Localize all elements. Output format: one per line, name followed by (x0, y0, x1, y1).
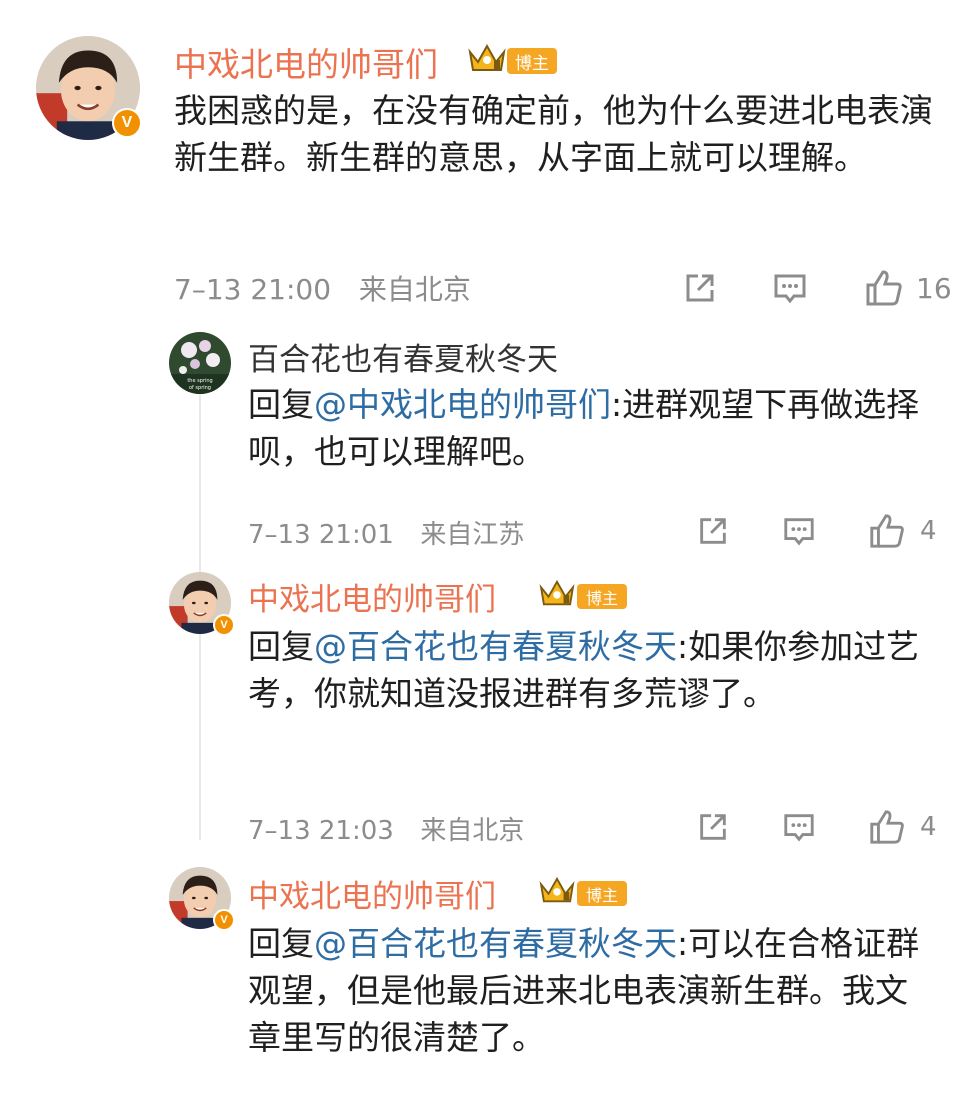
comment-icon (784, 518, 814, 546)
share-icon (700, 518, 726, 544)
blogger-badge: 博主 (507, 48, 557, 74)
crown-icon (539, 579, 575, 606)
reply-meta: 7–13 21:01 来自江苏 (248, 514, 524, 551)
comment-author-name[interactable]: 中戏北电的帅哥们 (174, 38, 438, 86)
verified-v-icon: V (112, 108, 142, 138)
avatar-flower-image: the spring of spring (169, 332, 231, 394)
reply-author-avatar[interactable]: V (169, 572, 235, 636)
blogger-badge: 博主 (577, 584, 627, 609)
like-icon (866, 270, 902, 306)
reply-mention-link[interactable]: @百合花也有春夏秋冬天 (314, 924, 677, 963)
like-count: 16 (916, 271, 952, 305)
like-button[interactable]: 4 (868, 512, 937, 550)
reply-body: 回复@百合花也有春夏秋冬天:如果你参加过艺考，你就知道没报进群有多荒谬了。 (248, 624, 928, 718)
like-count: 4 (920, 812, 937, 842)
like-icon (870, 810, 904, 844)
reply-item: V 中戏北电的帅哥们 博主 回复@百合花也有春夏秋冬天:可以在合格证群观望，但是… (0, 855, 974, 1100)
reply-body: 回复@中戏北电的帅哥们:进群观望下再做选择呗，也可以理解吧。 (248, 382, 928, 476)
verified-v-icon: V (213, 909, 235, 931)
reply-prefix: 回复 (248, 627, 314, 666)
like-button[interactable]: 4 (868, 808, 937, 846)
share-button[interactable] (682, 270, 722, 306)
share-icon (700, 814, 726, 840)
reply-location: 来自北京 (420, 816, 525, 846)
reply-mention-link[interactable]: @百合花也有春夏秋冬天 (314, 627, 677, 666)
reply-actions: 4 (696, 808, 937, 846)
comment-location: 来自北京 (358, 273, 471, 306)
like-button[interactable]: 16 (864, 268, 952, 308)
comment-meta: 7–13 21:00 来自北京 (174, 268, 471, 308)
reply-prefix: 回复 (248, 385, 314, 424)
reply-button[interactable] (782, 810, 820, 844)
avatar-caption-line1: the spring (187, 378, 212, 384)
reply-button[interactable] (782, 514, 820, 548)
avatar-caption-line2: of spring (189, 385, 211, 391)
reply-location: 来自江苏 (420, 520, 525, 550)
share-button[interactable] (696, 514, 734, 548)
comment-actions: 16 (682, 268, 952, 308)
main-comment: V 中戏北电的帅哥们 博主 我困惑的是，在没有确定前，他为什么要进北电表演新生群… (0, 0, 974, 320)
share-button[interactable] (696, 810, 734, 844)
reply-button[interactable] (772, 270, 812, 306)
reply-author-name[interactable]: 中戏北电的帅哥们 (248, 871, 496, 916)
reply-mention-link[interactable]: @中戏北电的帅哥们 (314, 385, 611, 424)
crown-icon (468, 43, 506, 71)
author-avatar[interactable]: V (36, 36, 142, 140)
comment-body-text: 我困惑的是，在没有确定前，他为什么要进北电表演新生群。新生群的意思，从字面上就可… (174, 91, 933, 177)
comment-body: 我困惑的是，在没有确定前，他为什么要进北电表演新生群。新生群的意思，从字面上就可… (174, 88, 934, 182)
reply-item: the spring of spring 百合花也有春夏秋冬天 回复@中戏北电的… (0, 320, 974, 560)
reply-author-name[interactable]: 中戏北电的帅哥们 (248, 574, 496, 619)
reply-item: V 中戏北电的帅哥们 博主 回复@百合花也有春夏秋冬天:如果你参加过艺考，你就知… (0, 560, 974, 860)
reply-author-name[interactable]: 百合花也有春夏秋冬天 (248, 334, 558, 379)
reply-meta: 7–13 21:03 来自北京 (248, 810, 524, 847)
reply-time: 7–13 21:01 (248, 520, 394, 550)
reply-author-avatar[interactable]: the spring of spring (169, 332, 231, 394)
reply-body: 回复@百合花也有春夏秋冬天:可以在合格证群观望，但是他最后进来北电表演新生群。我… (248, 921, 938, 1062)
reply-actions: 4 (696, 512, 937, 550)
comment-time: 7–13 21:00 (174, 273, 332, 306)
share-icon (686, 274, 714, 302)
reply-author-avatar[interactable]: V (169, 867, 235, 931)
like-icon (870, 514, 904, 548)
crown-icon (539, 876, 575, 903)
verified-v-icon: V (213, 614, 235, 636)
comment-icon (784, 814, 814, 842)
reply-time: 7–13 21:03 (248, 816, 394, 846)
reply-prefix: 回复 (248, 924, 314, 963)
blogger-badge: 博主 (577, 881, 627, 906)
like-count: 4 (920, 516, 937, 546)
comment-icon (774, 274, 806, 304)
